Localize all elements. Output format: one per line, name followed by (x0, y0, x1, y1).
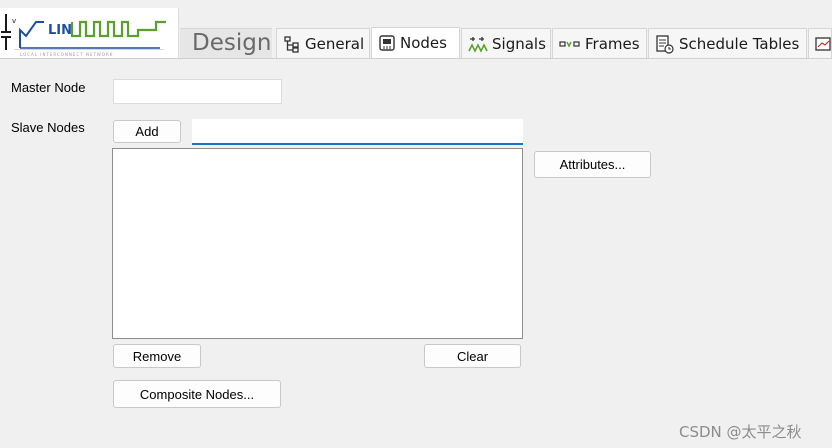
attributes-button[interactable]: Attributes... (534, 151, 651, 178)
tab-nodes[interactable]: Nodes (371, 27, 460, 58)
chart-window-icon (815, 36, 831, 51)
tab-general-label: General (305, 34, 365, 53)
lin-logo-graphic: v LIN (1, 14, 166, 50)
tab-signals-label: Signals (492, 34, 546, 53)
tab-schedule-tables[interactable]: Schedule Tables (648, 28, 807, 58)
remove-button[interactable]: Remove (113, 344, 201, 368)
tab-general[interactable]: General (276, 28, 370, 58)
svg-text:v: v (12, 17, 16, 25)
tab-overflow[interactable] (808, 28, 832, 58)
add-slave-button[interactable]: Add (113, 120, 181, 143)
tab-design-label: Design (192, 30, 272, 56)
slave-nodes-list[interactable] (112, 148, 523, 339)
lin-logo: v LIN LOCAL INTERCONNECT NETWORK (0, 8, 179, 58)
node-chip-icon (379, 35, 395, 51)
tab-schedule-tables-label: Schedule Tables (679, 34, 800, 53)
clear-button[interactable]: Clear (424, 344, 521, 368)
slave-node-name-input[interactable] (192, 119, 523, 145)
watermark: CSDN @太平之秋 (679, 423, 802, 441)
master-node-input[interactable] (113, 79, 282, 104)
master-node-label: Master Node (11, 80, 86, 95)
tab-frames-label: Frames (585, 34, 640, 53)
tab-nodes-label: Nodes (400, 34, 447, 52)
signal-wave-icon (468, 36, 488, 53)
tab-signals[interactable]: Signals (461, 28, 551, 58)
svg-text:LIN: LIN (48, 23, 72, 38)
slave-nodes-label: Slave Nodes (11, 120, 85, 135)
frames-icon (559, 40, 580, 48)
tree-icon (284, 35, 299, 53)
schedule-table-icon (656, 34, 674, 54)
tab-frames[interactable]: Frames (552, 28, 647, 58)
tab-design[interactable]: Design (180, 28, 272, 59)
logo-tagline: LOCAL INTERCONNECT NETWORK (20, 52, 114, 57)
tab-bar-divider (0, 58, 832, 59)
composite-nodes-button[interactable]: Composite Nodes... (113, 380, 281, 408)
